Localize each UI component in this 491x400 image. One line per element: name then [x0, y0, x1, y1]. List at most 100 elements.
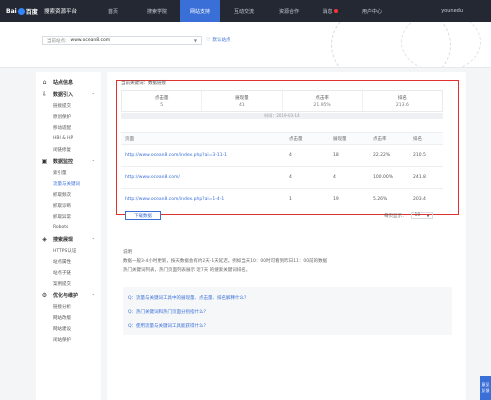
cell-ctr: 100.00% [373, 175, 394, 180]
sidebar-item-mobile-adapt[interactable]: 移动适配 [36, 122, 101, 133]
sidebar-item-case-submit[interactable]: 案例提交 [36, 278, 101, 289]
sidebar-item-crawl-diagnosis[interactable]: 抓取诊断 [36, 200, 101, 211]
faq-box: Q：流量与关键词工具中的展现量、点击量、排名解释什么？ Q：热门关键词和热门页面… [123, 287, 452, 335]
sidebar-item-link-submit[interactable]: 链接提交 [36, 100, 101, 111]
main-panel: 当前关键词：数据链接 点击量 5 展现量 41 点击率 21.95% 排名 21… [107, 72, 466, 400]
stat-value: 41 [239, 102, 245, 108]
sidebar-item-hbi-hp[interactable]: HBI & HP [36, 133, 101, 144]
sidebar-item-original-protect[interactable]: 原创保护 [36, 111, 101, 122]
sidebar-item-site-revision[interactable]: 网站改版 [36, 312, 101, 323]
sidebar-group-data-monitor[interactable]: ▣ 数据监控 ⌃ [36, 155, 101, 167]
sidebar-item-https[interactable]: HTTPS认证 [36, 245, 101, 256]
sidebar-item-link-repair[interactable]: 闭链修复 [36, 144, 101, 155]
column-header-page[interactable]: 页面 [121, 136, 289, 142]
default-site-link[interactable]: ♡ 默认站点 [206, 37, 230, 43]
sidebar-group-optimize[interactable]: ⚙ 优化与维护 ⌃ [36, 289, 101, 301]
notes-line: 热门关键词列表，热门页面列表展示 近7天 的搜索关键词排名。 [123, 268, 251, 273]
sidebar-item-traffic-keywords[interactable]: 流量与关键词 [36, 178, 101, 189]
chevron-down-icon: ▼ [426, 213, 430, 218]
sidebar-item-crawl-frequency[interactable]: 抓取频次 [36, 189, 101, 200]
stat-label: 点击量 [154, 95, 169, 101]
per-page-value: 10 [414, 213, 421, 218]
sidebar-item-site-build[interactable]: 网站建设 [36, 323, 101, 334]
nav-academy[interactable]: 搜索学院 [134, 0, 180, 22]
stats-summary: 点击量 5 展现量 41 点击率 21.95% 排名 213.6 [121, 90, 443, 112]
column-header-rank[interactable]: 排名 [413, 136, 443, 142]
stat-label: 排名 [397, 95, 407, 101]
stat-value: 213.6 [395, 102, 409, 108]
cell-impressions: 19 [333, 197, 339, 202]
globe-decoration-inner [401, 22, 481, 67]
faq-link[interactable]: Q：热门关键词和热门页面分别指什么？ [128, 305, 447, 319]
site-select-value: www.ocean8.com [70, 38, 111, 43]
pages-table: 页面 点击量 展现量 点击率 排名 http://www.ocean8.com/… [121, 132, 443, 210]
table-row: http://www.ocean8.com/index.php?ai=3-11-… [121, 144, 443, 166]
faq-link[interactable]: Q：流量与关键词工具中的展现量、点击量、排名解释什么？ [128, 291, 447, 305]
notes-title: 说明 [123, 250, 132, 255]
cell-clicks: 1 [289, 197, 292, 202]
cell-clicks: 4 [289, 175, 292, 180]
import-icon: ⇩ [41, 90, 48, 98]
feedback-tab[interactable]: 意见反馈 [480, 376, 491, 400]
nav-user-center[interactable]: 用户中心 [350, 0, 394, 22]
page-url-link[interactable]: http://www.ocean8.com/index.php?ai=3-11-… [121, 153, 289, 158]
per-page-control: 每页显示： 10 ▼ [384, 212, 433, 219]
chevron-up-icon: ⌃ [91, 91, 95, 97]
nav-resources[interactable]: 资源合作 [268, 0, 310, 22]
sidebar-group-search-display[interactable]: ◈ 搜索展现 ⌃ [36, 233, 101, 245]
top-navbar: Bai 百度 搜索资源平台 首页 搜索学院 网站支持 互动交流 资源合作 消息 … [0, 0, 491, 22]
logo-suffix: 百度 [25, 8, 38, 16]
chevron-down-icon: ▼ [193, 38, 197, 43]
baidu-logo[interactable]: Bai 百度 [6, 0, 42, 22]
column-header-impressions[interactable]: 展现量 [333, 136, 373, 142]
sidebar-item-crawl-errors[interactable]: 抓取异常 [36, 211, 101, 222]
site-select-prefix: 当前站点: [47, 38, 67, 44]
stat-clicks: 点击量 5 [122, 91, 203, 111]
sidebar-item-close-protect[interactable]: 闭站保护 [36, 334, 101, 345]
sidebar-group-data-import[interactable]: ⇩ 数据引入 ⌃ [36, 88, 101, 100]
sidebar-group-label: 站点信息 [53, 79, 74, 86]
sidebar-item-index[interactable]: 索引量 [36, 167, 101, 178]
download-data-button[interactable]: 下载数据 [125, 211, 161, 220]
page-url-link[interactable]: http://www.ocean8.com/ [121, 175, 289, 180]
sidebar-item-link-analysis[interactable]: 链接分析 [36, 301, 101, 312]
display-icon: ◈ [42, 235, 47, 243]
chevron-up-icon: ⌃ [91, 236, 95, 242]
sidebar: ⌂ 站点信息 ⇩ 数据引入 ⌃ 链接提交 原创保护 移动适配 HBI & HP … [36, 72, 101, 400]
nav-messages[interactable]: 消息 [310, 0, 350, 22]
wrench-icon: ⚙ [41, 291, 48, 299]
sidebar-item-sitelinks[interactable]: 站点子链 [36, 267, 101, 278]
default-site-label: 默认站点 [212, 38, 231, 43]
site-select[interactable]: 当前站点: www.ocean8.com ▼ [42, 36, 202, 45]
nav-interaction[interactable]: 互动交流 [220, 0, 268, 22]
notification-dot-icon [333, 9, 338, 13]
username[interactable]: younedu [441, 0, 463, 22]
site-bar: 当前站点: www.ocean8.com ▼ ♡ 默认站点 [0, 22, 491, 68]
column-header-clicks[interactable]: 点击量 [289, 136, 333, 142]
per-page-select[interactable]: 10 ▼ [410, 212, 433, 219]
table-header: 页面 点击量 展现量 点击率 排名 [121, 132, 443, 144]
sidebar-group-label: 数据引入 [53, 91, 74, 98]
page-url-link[interactable]: http://www.ocean8.com/index.php?ai=1-4-1 [121, 197, 289, 202]
nav-home[interactable]: 首页 [96, 0, 130, 22]
column-header-ctr[interactable]: 点击率 [373, 136, 413, 142]
stat-label: 点击率 [315, 95, 329, 101]
cell-ctr: 22.22% [373, 153, 391, 158]
logo-text: Bai [6, 7, 17, 15]
nav-site-support[interactable]: 网站支持 [180, 0, 220, 22]
stat-impressions: 展现量 41 [202, 91, 283, 111]
table-row: http://www.ocean8.com/ 4 4 100.00% 241.8 [121, 166, 443, 188]
chevron-up-icon: ⌃ [91, 292, 95, 298]
sidebar-group-label: 搜索展现 [53, 236, 74, 243]
nav-messages-label: 消息 [322, 8, 333, 15]
current-keyword: 当前关键词：数据链接 [121, 81, 166, 86]
sidebar-item-robots[interactable]: Robots [36, 222, 101, 233]
stat-value: 21.95% [313, 102, 331, 108]
stat-ctr: 点击率 21.95% [283, 91, 363, 111]
sidebar-item-site-attributes[interactable]: 站点属性 [36, 256, 101, 267]
product-name[interactable]: 搜索资源平台 [44, 7, 96, 15]
faq-link[interactable]: Q：使用流量与关键词工具能获得什么？ [128, 319, 447, 333]
cell-rank: 241.8 [413, 175, 426, 180]
table-row: http://www.ocean8.com/index.php?ai=1-4-1… [121, 188, 443, 210]
sidebar-group-site-info[interactable]: ⌂ 站点信息 [36, 76, 101, 88]
